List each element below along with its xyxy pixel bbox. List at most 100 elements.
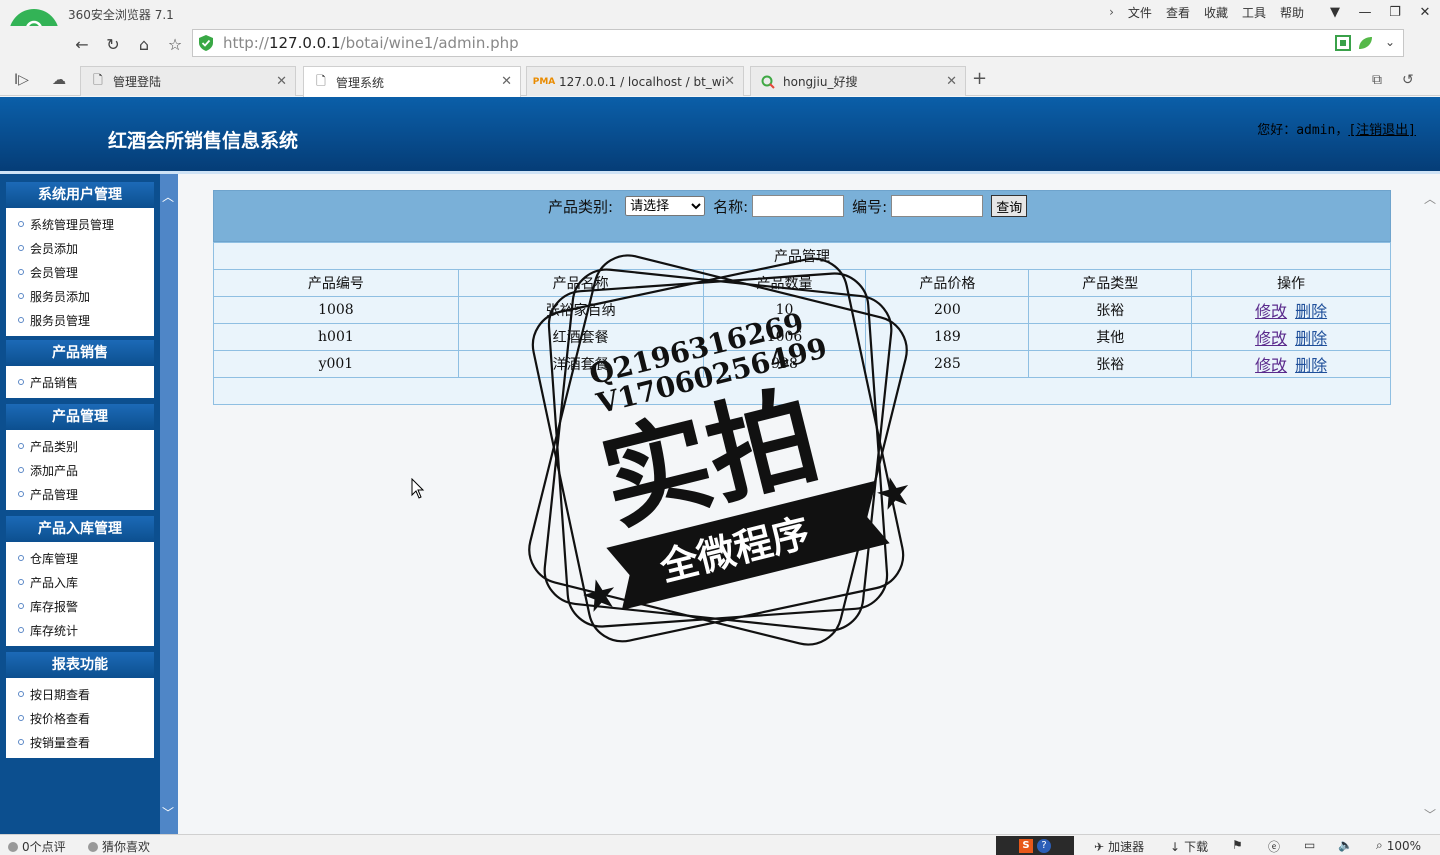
new-tab-button[interactable]: +	[972, 68, 987, 89]
delete-link[interactable]: 删除	[1295, 329, 1327, 348]
menu-view[interactable]: 查看	[1166, 4, 1190, 21]
chevron-down-icon[interactable]: ﹀	[1424, 806, 1436, 823]
bullet-icon	[18, 555, 24, 561]
close-icon[interactable]: ✕	[724, 74, 735, 89]
back-arrow-icon[interactable]: ←	[70, 32, 94, 56]
sidebar-item-report-date[interactable]: 按日期查看	[6, 682, 154, 706]
delete-link[interactable]: 删除	[1295, 302, 1327, 321]
category-label: 产品类别:	[548, 197, 614, 216]
cell-type: 其他	[1028, 323, 1193, 351]
page-icon: 🗋	[93, 73, 103, 87]
sidebar-item-member-manage[interactable]: 会员管理	[6, 260, 154, 284]
close-icon[interactable]: ✕	[276, 74, 287, 89]
edit-link[interactable]: 修改	[1255, 356, 1287, 375]
haosou-search-icon	[761, 75, 775, 89]
star-icon[interactable]: ☆	[163, 32, 187, 56]
chevron-up-icon[interactable]: ︿	[1424, 190, 1436, 207]
zoom-control[interactable]: ⌕ 100%	[1376, 838, 1421, 853]
maximize-button[interactable]: ❐	[1380, 0, 1410, 24]
sidebar-group-reports: 报表功能 按日期查看 按价格查看 按销量查看	[6, 652, 154, 758]
table-caption: 产品管理	[213, 242, 1391, 270]
category-select[interactable]: 请选择	[625, 196, 706, 216]
leaf-icon[interactable]	[1357, 35, 1373, 51]
accelerator-button[interactable]: ✈ 加速器	[1094, 838, 1144, 855]
sidebar-scrollbar[interactable]: ︿ ﹀	[160, 174, 178, 834]
column-header: 产品数量	[702, 269, 867, 297]
chevron-down-icon[interactable]: ⌄	[1385, 35, 1395, 51]
close-icon[interactable]: ✕	[946, 74, 957, 89]
menu-tools[interactable]: 工具	[1242, 4, 1266, 21]
sidebar-item-stock-alert[interactable]: 库存报警	[6, 594, 154, 618]
qrcode-icon[interactable]	[1334, 35, 1351, 51]
sidebar-item-member-add[interactable]: 会员添加	[6, 236, 154, 260]
sidebar-item-report-sales[interactable]: 按销量查看	[6, 730, 154, 754]
download-icon: ↓	[1170, 839, 1181, 854]
sidebar-item-waiter-manage[interactable]: 服务员管理	[6, 308, 154, 332]
download-button[interactable]: ↓ 下载	[1170, 838, 1208, 855]
address-bar[interactable]: http://127.0.0.1/botai/wine1/admin.php ⌄	[192, 29, 1404, 57]
url-text[interactable]: http://127.0.0.1/botai/wine1/admin.php	[223, 34, 519, 52]
sidebar-item-add-product[interactable]: 添加产品	[6, 458, 154, 482]
tab-login[interactable]: 🗋 管理登陆 ✕	[80, 66, 296, 96]
bullet-icon	[18, 627, 24, 633]
sidebar-item-warehouse[interactable]: 仓库管理	[6, 546, 154, 570]
refresh-icon[interactable]: ↻	[101, 32, 125, 56]
sidebar-group-sales: 产品销售 产品销售	[6, 340, 154, 398]
flag-icon[interactable]: ⚑	[1232, 838, 1243, 852]
browser-titlebar: 360安全浏览器 7.1 › 文件 查看 收藏 工具 帮助 ▼ — ❐ ✕	[0, 0, 1440, 26]
chevron-right-icon[interactable]: ›	[1109, 5, 1114, 19]
table-footer	[213, 377, 1391, 405]
tab-phpmyadmin[interactable]: PMA 127.0.0.1 / localhost / bt_win ✕	[526, 66, 744, 96]
status-bar: 0个点评 猜你喜欢 S ? ✈ 加速器 ↓ 下载 ⚑ ⓔ ▭ 🔈 ⌕ 100%	[0, 834, 1440, 855]
sidebar-item-stock-stats[interactable]: 库存统计	[6, 618, 154, 642]
chevron-up-icon[interactable]: ︿	[162, 188, 174, 205]
comments-status[interactable]: 0个点评	[8, 838, 66, 855]
close-icon[interactable]: ✕	[501, 74, 512, 89]
sidebar-item-product-category[interactable]: 产品类别	[6, 434, 154, 458]
edit-link[interactable]: 修改	[1255, 302, 1287, 321]
bullet-icon	[18, 491, 24, 497]
sidebar-group-title: 产品管理	[6, 404, 154, 430]
window-icon[interactable]: ▭	[1304, 838, 1315, 852]
sound-icon[interactable]: 🔈	[1338, 838, 1353, 852]
home-icon[interactable]: ⌂	[132, 32, 156, 56]
search-button[interactable]: 查询	[991, 195, 1028, 217]
product-table: 产品管理 产品编号 产品名称 产品数量 产品价格 产品类型 操作 1008 张裕…	[213, 242, 1391, 405]
close-window-button[interactable]: ✕	[1410, 0, 1440, 24]
ime-toolbar[interactable]: S ?	[996, 836, 1074, 855]
sidebar-item-stock-in[interactable]: 产品入库	[6, 570, 154, 594]
cloud-icon[interactable]: ☁	[52, 72, 66, 88]
tab-admin-system[interactable]: 🗋 管理系统 ✕	[303, 66, 521, 97]
restore-tabs-icon[interactable]: ⧉	[1372, 72, 1382, 88]
sidebar-toggle-icon[interactable]: I▷	[14, 72, 29, 88]
ie-icon[interactable]: ⓔ	[1268, 838, 1280, 855]
menu-help[interactable]: 帮助	[1280, 4, 1304, 21]
sidebar-item-product-manage[interactable]: 产品管理	[6, 482, 154, 506]
bullet-icon	[18, 579, 24, 585]
phpmyadmin-icon: PMA	[532, 76, 556, 87]
tab-bar: I▷ ☁ 🗋 管理登陆 ✕ 🗋 管理系统 ✕ PMA 127.0.0.1 / l…	[0, 62, 1440, 97]
logout-link[interactable]: [注销退出]	[1348, 123, 1416, 138]
menu-file[interactable]: 文件	[1128, 4, 1152, 21]
bullet-icon	[18, 715, 24, 721]
menu-favorites[interactable]: 收藏	[1204, 4, 1228, 21]
name-input[interactable]	[752, 195, 845, 217]
code-input[interactable]	[891, 195, 984, 217]
column-header: 操作	[1191, 269, 1391, 297]
sidebar-item-admin-manage[interactable]: 系统管理员管理	[6, 212, 154, 236]
sidebar-item-report-price[interactable]: 按价格查看	[6, 706, 154, 730]
sidebar-item-product-sales[interactable]: 产品销售	[6, 370, 154, 394]
undo-close-icon[interactable]: ↺	[1402, 72, 1414, 88]
shirt-skin-icon[interactable]: ▼	[1320, 0, 1350, 24]
code-label: 编号:	[852, 197, 888, 216]
column-header: 产品类型	[1028, 269, 1193, 297]
edit-link[interactable]: 修改	[1255, 329, 1287, 348]
chevron-down-icon[interactable]: ﹀	[162, 804, 174, 821]
delete-link[interactable]: 删除	[1295, 356, 1327, 375]
sidebar-item-waiter-add[interactable]: 服务员添加	[6, 284, 154, 308]
minimize-button[interactable]: —	[1350, 0, 1380, 24]
tab-haosou[interactable]: hongjiu_好搜 ✕	[750, 66, 966, 96]
search-panel: 产品类别: 请选择 名称: 编号: 查询	[213, 190, 1391, 242]
guess-status[interactable]: 猜你喜欢	[88, 838, 150, 855]
sidebar-group-products: 产品管理 产品类别 添加产品 产品管理	[6, 404, 154, 510]
